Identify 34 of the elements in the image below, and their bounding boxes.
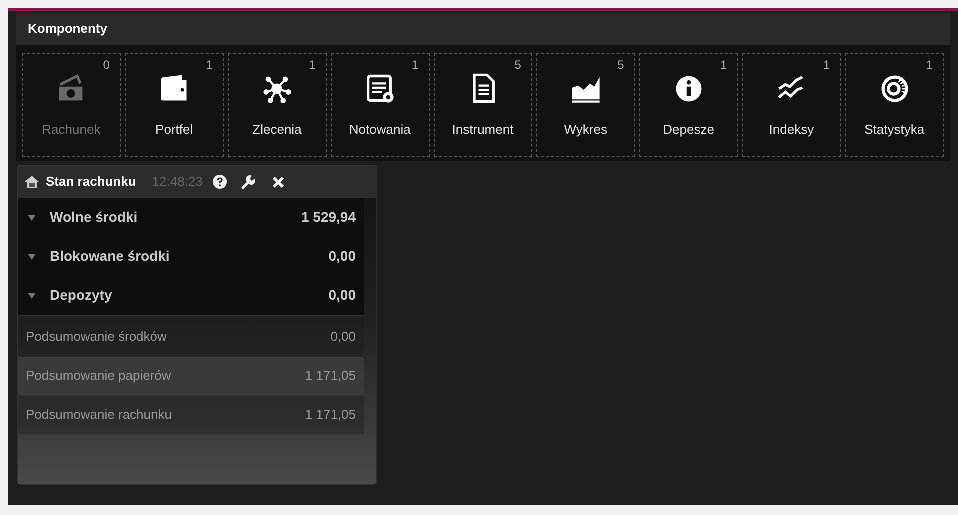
summary-row[interactable]: Podsumowanie papierów 1 171,05 — [18, 357, 364, 395]
summary-row[interactable]: Podsumowanie rachunku 1 171,05 — [18, 396, 364, 434]
component-tile[interactable]: 1 Notowania — [330, 53, 430, 157]
summary-label: Podsumowanie środków — [26, 328, 167, 346]
component-tile[interactable]: 1 Zlecenia — [228, 53, 327, 157]
component-tile[interactable]: 1 Portfel — [124, 53, 224, 157]
component-tile[interactable]: 1 Depesze — [639, 53, 738, 157]
tile-count: 1 — [926, 57, 934, 74]
tile-count: 0 — [103, 57, 110, 74]
tile-count: 1 — [308, 57, 316, 74]
widget-title: Stan rachunku — [46, 173, 136, 192]
tile-count: 1 — [823, 57, 830, 74]
tile-count: 1 — [206, 57, 213, 74]
summary-value: 1 171,05 — [305, 406, 356, 424]
component-tile[interactable]: 5 Wykres — [536, 53, 636, 157]
group-value: 0,00 — [328, 247, 356, 266]
component-tile[interactable]: 1 Indeksy — [742, 53, 842, 157]
tile-count: 5 — [514, 57, 522, 74]
group-label: Depozyty — [50, 286, 112, 305]
summary-value: 1 171,05 — [305, 367, 356, 386]
summary-value: 0,00 — [330, 328, 356, 346]
component-tile[interactable]: 1 Statystyka — [845, 53, 944, 157]
widget-time: 12:48:23 — [152, 173, 203, 192]
tile-count: 1 — [720, 57, 728, 74]
summary-label: Podsumowanie papierów — [26, 367, 172, 386]
group-label: Wolne środki — [50, 208, 138, 227]
group-value: 1 529,94 — [302, 208, 356, 227]
summary-label: Podsumowanie rachunku — [26, 406, 172, 424]
panel-title: Komponenty — [28, 20, 108, 38]
group-value: 0,00 — [328, 286, 356, 305]
component-tile[interactable]: 5 Instrument — [434, 53, 532, 157]
tile-count: 5 — [618, 57, 624, 74]
group-label: Blokowane środki — [50, 247, 170, 266]
tile-count: 1 — [412, 57, 419, 74]
